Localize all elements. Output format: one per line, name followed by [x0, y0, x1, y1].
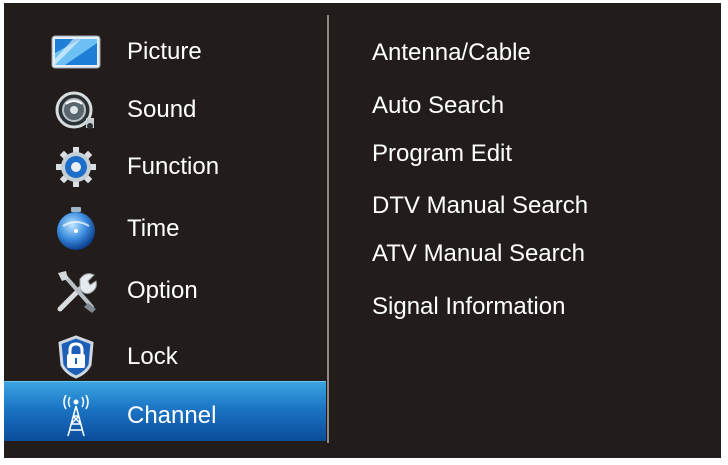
menu-item-time[interactable]: Time — [4, 201, 326, 257]
menu-item-option[interactable]: Option — [4, 263, 326, 319]
channel-icon — [50, 394, 102, 437]
menu-item-channel[interactable]: Channel — [4, 381, 326, 441]
tv-menu-panel: Picture Sound Function Time Option Lock … — [4, 3, 721, 458]
sound-icon — [50, 89, 102, 131]
submenu-item-program-edit[interactable]: Program Edit — [372, 140, 512, 168]
picture-icon — [50, 31, 102, 73]
menu-item-picture[interactable]: Picture — [4, 24, 326, 80]
menu-item-label: Time — [127, 215, 180, 242]
lock-icon — [50, 335, 102, 379]
menu-item-sound[interactable]: Sound — [4, 82, 326, 138]
time-icon — [50, 207, 102, 250]
submenu-item-antenna-cable[interactable]: Antenna/Cable — [372, 39, 531, 67]
menu-divider — [327, 15, 329, 443]
submenu-item-dtv-manual-search[interactable]: DTV Manual Search — [372, 192, 588, 220]
submenu-item-auto-search[interactable]: Auto Search — [372, 92, 504, 120]
menu-item-label: Option — [127, 277, 198, 304]
menu-item-function[interactable]: Function — [4, 139, 326, 195]
menu-item-lock[interactable]: Lock — [4, 329, 326, 385]
menu-item-label: Channel — [127, 402, 217, 429]
menu-item-label: Picture — [127, 38, 202, 65]
submenu-item-atv-manual-search[interactable]: ATV Manual Search — [372, 240, 585, 268]
menu-item-label: Sound — [127, 96, 197, 123]
submenu-item-signal-information[interactable]: Signal Information — [372, 293, 565, 321]
option-icon — [50, 270, 102, 313]
menu-item-label: Lock — [127, 343, 178, 370]
function-icon — [50, 146, 102, 188]
menu-item-label: Function — [127, 153, 220, 180]
